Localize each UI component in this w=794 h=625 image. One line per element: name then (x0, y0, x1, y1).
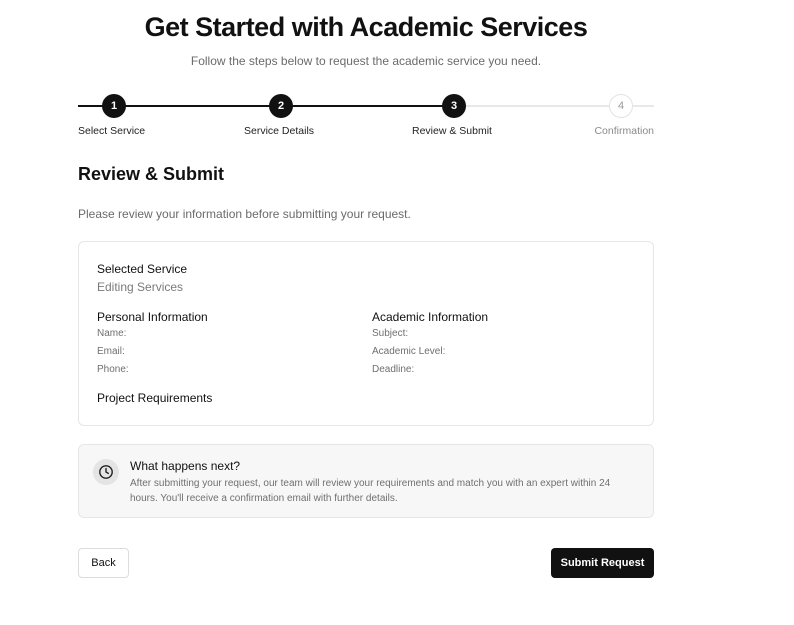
section-title: Review & Submit (78, 164, 225, 184)
step-4-indicator: 4 (609, 94, 633, 118)
academic-info-title: Academic Information (372, 310, 489, 324)
page-subtitle: Follow the steps below to request the ac… (190, 54, 542, 68)
name-field-label: Name: (97, 328, 127, 339)
submit-request-button[interactable]: Submit Request (551, 548, 654, 578)
selected-service-value: Editing Services (97, 280, 184, 294)
project-requirements-title: Project Requirements (97, 391, 213, 405)
step-3-indicator: 3 (442, 94, 466, 118)
clock-icon (93, 459, 119, 485)
step-2-indicator: 2 (269, 94, 293, 118)
step-connector (281, 105, 454, 107)
back-button[interactable]: Back (78, 548, 129, 578)
section-intro: Please review your information before su… (78, 207, 411, 221)
personal-info-title: Personal Information (97, 310, 208, 324)
next-steps-text: After submitting your request, our team … (130, 478, 611, 504)
review-summary-card: Selected Service Editing Services Person… (78, 241, 654, 426)
academic-level-field-label: Academic Level: (372, 346, 446, 357)
selected-service-title: Selected Service (97, 262, 188, 276)
step-connector (114, 105, 281, 107)
subject-field-label: Subject: (372, 328, 409, 339)
step-1-label: Select Service (78, 125, 146, 137)
page-title: Get Started with Academic Services (144, 12, 588, 42)
deadline-field-label: Deadline: (372, 364, 415, 375)
step-2-label: Service Details (244, 125, 315, 137)
next-steps-notice: What happens next? After submitting your… (78, 444, 654, 518)
step-1-indicator: 1 (102, 94, 126, 118)
next-steps-title: What happens next? (130, 459, 241, 473)
progress-stepper: 1 2 3 4 Select Service Service Details R… (78, 94, 654, 140)
step-3-label: Review & Submit (412, 125, 492, 137)
phone-field-label: Phone: (97, 364, 129, 375)
email-field-label: Email: (97, 346, 125, 357)
step-4-label: Confirmation (594, 125, 654, 137)
